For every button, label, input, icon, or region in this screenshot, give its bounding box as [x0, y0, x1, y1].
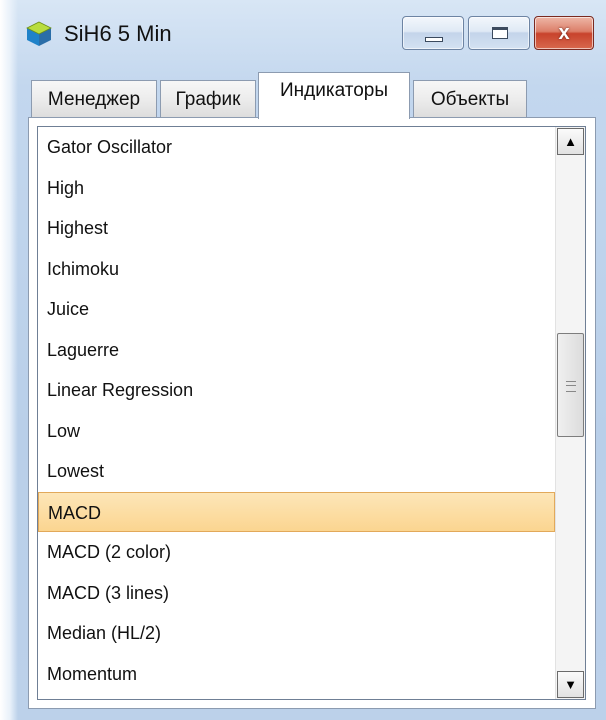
close-button[interactable]: x	[534, 16, 594, 50]
cube-icon	[26, 21, 52, 47]
vertical-scrollbar[interactable]: ▲ ▼	[555, 127, 585, 699]
list-item[interactable]: Lowest	[38, 451, 555, 492]
maximize-icon	[492, 27, 508, 39]
list-item[interactable]: Highest	[38, 208, 555, 249]
list-item[interactable]: Laguerre	[38, 330, 555, 371]
maximize-button[interactable]	[468, 16, 530, 50]
minimize-button[interactable]	[402, 16, 464, 50]
tab-manager[interactable]: Менеджер	[31, 80, 157, 118]
list-item-selected[interactable]: MACD	[38, 491, 555, 532]
arrow-down-icon: ▼	[564, 677, 577, 692]
list-item[interactable]: Momentum	[38, 654, 555, 695]
list-item[interactable]: Gator Oscillator	[38, 127, 555, 168]
minimize-icon	[425, 37, 443, 42]
title-bar[interactable]: SiH6 5 Min x	[0, 0, 606, 60]
window-title: SiH6 5 Min	[64, 21, 172, 46]
list-item[interactable]: Low	[38, 411, 555, 452]
indicator-list[interactable]: Gator Oscillator High Highest Ichimoku J…	[37, 126, 586, 700]
arrow-up-icon: ▲	[564, 134, 577, 149]
tab-indicators[interactable]: Индикаторы	[258, 72, 410, 119]
window: SiH6 5 Min x Менеджер График Индикаторы …	[0, 0, 606, 720]
scroll-down-button[interactable]: ▼	[557, 671, 584, 698]
list-item[interactable]: Linear Regression	[38, 370, 555, 411]
list-item[interactable]: Juice	[38, 289, 555, 330]
scroll-thumb[interactable]	[557, 333, 584, 437]
tab-chart[interactable]: График	[160, 80, 256, 118]
list-item[interactable]: MACD (2 color)	[38, 532, 555, 573]
list-item[interactable]: High	[38, 168, 555, 209]
list-item[interactable]: Ichimoku	[38, 249, 555, 290]
close-icon: x	[558, 22, 570, 44]
grip-icon	[566, 381, 576, 392]
tab-objects[interactable]: Объекты	[413, 80, 527, 118]
list-item[interactable]: MACD (3 lines)	[38, 573, 555, 614]
list-item[interactable]: Median (HL/2)	[38, 613, 555, 654]
scroll-up-button[interactable]: ▲	[557, 128, 584, 155]
tab-panel-indicators: Gator Oscillator High Highest Ichimoku J…	[28, 117, 596, 709]
indicator-list-items: Gator Oscillator High Highest Ichimoku J…	[38, 127, 555, 694]
